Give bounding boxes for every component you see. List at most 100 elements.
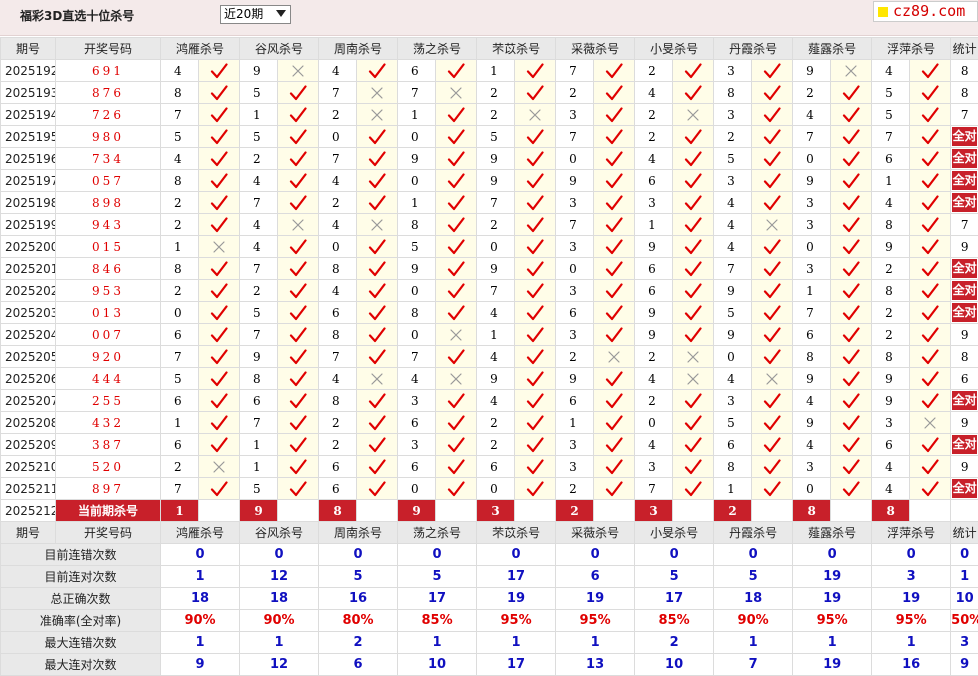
summary-label: 目前连错次数 <box>1 544 161 566</box>
cross-icon <box>752 214 793 236</box>
check-icon <box>910 346 951 368</box>
summary-value: 19 <box>872 588 951 610</box>
check-icon <box>673 192 714 214</box>
kill-digit-cell: 9 <box>793 170 831 192</box>
period-cell: 2025200 <box>1 236 56 258</box>
kill-digit-cell: 4 <box>319 280 357 302</box>
check-icon <box>436 280 477 302</box>
summary-value: 1 <box>161 632 240 654</box>
summary-value: 0 <box>635 544 714 566</box>
summary-value: 19 <box>793 588 872 610</box>
summary-value: 95% <box>872 610 951 632</box>
kill-digit-cell: 2 <box>635 60 673 82</box>
draw-number-cell: 953 <box>56 280 161 302</box>
check-icon <box>199 412 240 434</box>
header-row-repeat: 期号开奖号码鸿雁杀号谷风杀号周南杀号荡之杀号芣苡杀号采薇杀号小旻杀号丹霞杀号薤露… <box>1 522 978 544</box>
kill-digit-cell: 8 <box>872 280 910 302</box>
check-icon <box>436 302 477 324</box>
all-correct-label: 全对 <box>952 193 977 212</box>
summary-value: 3 <box>872 566 951 588</box>
table-row: 202520400767801399629 <box>1 324 978 346</box>
check-icon <box>515 148 556 170</box>
check-icon <box>752 82 793 104</box>
check-icon <box>357 170 398 192</box>
check-icon <box>594 82 635 104</box>
current-kill-blank <box>199 500 240 522</box>
table-row: 20251967344279904506全对 <box>1 148 978 170</box>
kill-digit-cell: 3 <box>714 170 752 192</box>
check-icon <box>831 456 872 478</box>
check-icon <box>278 170 319 192</box>
check-icon <box>278 82 319 104</box>
kill-digit-cell: 2 <box>240 148 278 170</box>
kill-digit-cell: 2 <box>872 302 910 324</box>
check-icon <box>910 302 951 324</box>
current-kill-blank <box>752 500 793 522</box>
check-icon <box>357 236 398 258</box>
current-kill-digit: 1 <box>161 500 199 522</box>
kill-digit-cell: 8 <box>398 302 436 324</box>
summary-value: 19 <box>793 654 872 676</box>
kill-digit-cell: 0 <box>398 280 436 302</box>
all-correct-badge: 全对 <box>951 170 978 192</box>
kill-digit-cell: 7 <box>319 346 357 368</box>
kill-digit-cell: 4 <box>872 478 910 500</box>
page-title: 福彩3D直选十位杀号 <box>20 7 134 24</box>
kill-digit-cell: 5 <box>161 126 199 148</box>
all-correct-badge: 全对 <box>951 302 978 324</box>
period-cell: 2025203 <box>1 302 56 324</box>
period-range-select[interactable]: 近20期 <box>220 5 291 24</box>
chevron-down-icon[interactable] <box>276 10 286 17</box>
kill-digit-cell: 4 <box>161 60 199 82</box>
summary-value: 1 <box>793 632 872 654</box>
draw-number-cell: 444 <box>56 368 161 390</box>
col-header-stats: 统计 <box>951 38 978 60</box>
kill-digit-cell: 5 <box>714 412 752 434</box>
kill-digit-cell: 2 <box>477 104 515 126</box>
period-cell: 2025201 <box>1 258 56 280</box>
kill-digit-cell: 9 <box>635 302 673 324</box>
stat-count-cell: 9 <box>951 236 978 258</box>
check-icon <box>357 346 398 368</box>
draw-number-cell: 255 <box>56 390 161 412</box>
summary-value: 16 <box>319 588 398 610</box>
check-icon <box>594 104 635 126</box>
cross-icon <box>278 214 319 236</box>
check-icon <box>515 280 556 302</box>
table-row: 20251988982721733434全对 <box>1 192 978 214</box>
kill-digit-cell: 4 <box>477 346 515 368</box>
check-icon <box>515 192 556 214</box>
check-icon <box>752 434 793 456</box>
check-icon <box>831 280 872 302</box>
check-icon <box>910 104 951 126</box>
stat-count-cell: 9 <box>951 324 978 346</box>
kill-digit-cell: 2 <box>635 390 673 412</box>
kill-digit-cell: 3 <box>635 456 673 478</box>
kill-digit-cell: 4 <box>319 368 357 390</box>
kill-digit-cell: 9 <box>714 280 752 302</box>
kill-number-table: 期号开奖号码鸿雁杀号谷风杀号周南杀号荡之杀号芣苡杀号采薇杀号小旻杀号丹霞杀号薤露… <box>0 37 978 676</box>
col-header-draw: 开奖号码 <box>56 38 161 60</box>
kill-digit-cell: 5 <box>240 302 278 324</box>
check-icon <box>594 148 635 170</box>
site-logo[interactable]: cz89.com <box>873 1 978 22</box>
kill-digit-cell: 9 <box>872 368 910 390</box>
check-icon <box>436 390 477 412</box>
summary-row: 准确率(全对率)90%90%80%85%95%95%85%90%95%95%50… <box>1 610 978 632</box>
check-icon <box>278 126 319 148</box>
check-icon <box>673 60 714 82</box>
kill-digit-cell: 9 <box>240 346 278 368</box>
table-row: 20252072556683462349全对 <box>1 390 978 412</box>
all-correct-badge: 全对 <box>951 148 978 170</box>
check-icon <box>357 390 398 412</box>
kill-digit-cell: 0 <box>398 170 436 192</box>
cross-icon <box>199 236 240 258</box>
kill-digit-cell: 6 <box>398 60 436 82</box>
cross-icon <box>278 60 319 82</box>
kill-digit-cell: 9 <box>477 148 515 170</box>
check-icon <box>278 390 319 412</box>
summary-value: 95% <box>477 610 556 632</box>
check-icon <box>199 368 240 390</box>
check-icon <box>910 170 951 192</box>
col-header-killer: 荡之杀号 <box>398 38 477 60</box>
